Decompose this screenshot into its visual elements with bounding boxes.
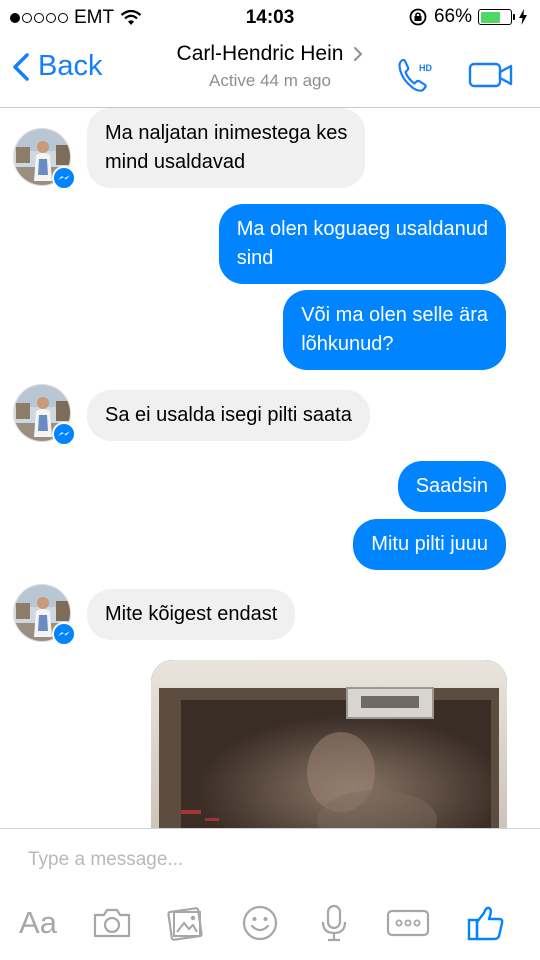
contact-name: Carl-Hendric Hein	[176, 42, 344, 65]
microphone-icon	[321, 904, 347, 942]
gallery-icon	[167, 907, 203, 941]
messenger-badge-icon	[52, 166, 76, 190]
contact-avatar[interactable]	[13, 384, 76, 446]
message-bubble-outgoing[interactable]: Või ma olen selle ära lõhkunud?	[283, 290, 506, 370]
gallery-button[interactable]	[162, 899, 210, 947]
rotation-lock-icon	[409, 8, 427, 26]
emoji-icon	[242, 905, 278, 941]
charging-icon	[519, 9, 527, 25]
more-icon	[386, 909, 430, 937]
message-bubble-incoming[interactable]: Sa ei usalda isegi pilti saata	[87, 390, 370, 441]
battery-icon	[478, 9, 515, 25]
battery-group: 66%	[408, 6, 528, 28]
photo-attachment[interactable]	[151, 660, 507, 828]
emoji-button[interactable]	[236, 899, 284, 947]
aa-label: Aa	[19, 905, 57, 940]
message-bubble-outgoing[interactable]: Mitu pilti juuu	[353, 519, 506, 570]
messenger-badge-icon	[52, 622, 76, 646]
message-bubble-outgoing[interactable]: Ma olen koguaeg usaldanud sind	[218, 204, 506, 284]
message-bubble-outgoing[interactable]: Saadsin	[397, 461, 506, 512]
message-input[interactable]	[28, 849, 508, 871]
video-camera-icon[interactable]	[468, 61, 514, 89]
message-thread[interactable]: Ma naljatan inimestega kes mind usaldavad…	[0, 108, 540, 828]
composer-toolbar: Aa	[0, 899, 540, 949]
contact-avatar[interactable]	[13, 128, 76, 190]
message-bubble-incoming[interactable]: Mite kõigest endast	[87, 589, 296, 640]
message-bubble-incoming[interactable]: Ma naljatan inimestega kes mind usaldavad	[87, 108, 366, 188]
camera-icon	[93, 908, 131, 938]
like-icon	[467, 906, 504, 941]
navigation-bar: Back Carl-Hendric Hein Active 44 m ago H…	[0, 36, 540, 108]
hd-phone-icon[interactable]: HD	[396, 56, 436, 94]
microphone-button[interactable]	[310, 899, 358, 947]
text-format-button[interactable]: Aa	[14, 899, 62, 947]
more-button[interactable]	[384, 899, 432, 947]
like-button[interactable]	[462, 899, 510, 947]
status-bar: EMT 14:03 66%	[0, 0, 540, 36]
composer: Aa	[0, 828, 540, 960]
battery-percentage: 66%	[433, 6, 472, 27]
messenger-badge-icon	[52, 422, 76, 446]
contact-avatar[interactable]	[13, 584, 76, 646]
svg-text:HD: HD	[419, 63, 432, 73]
chevron-right-icon	[354, 47, 363, 61]
camera-button[interactable]	[88, 899, 136, 947]
